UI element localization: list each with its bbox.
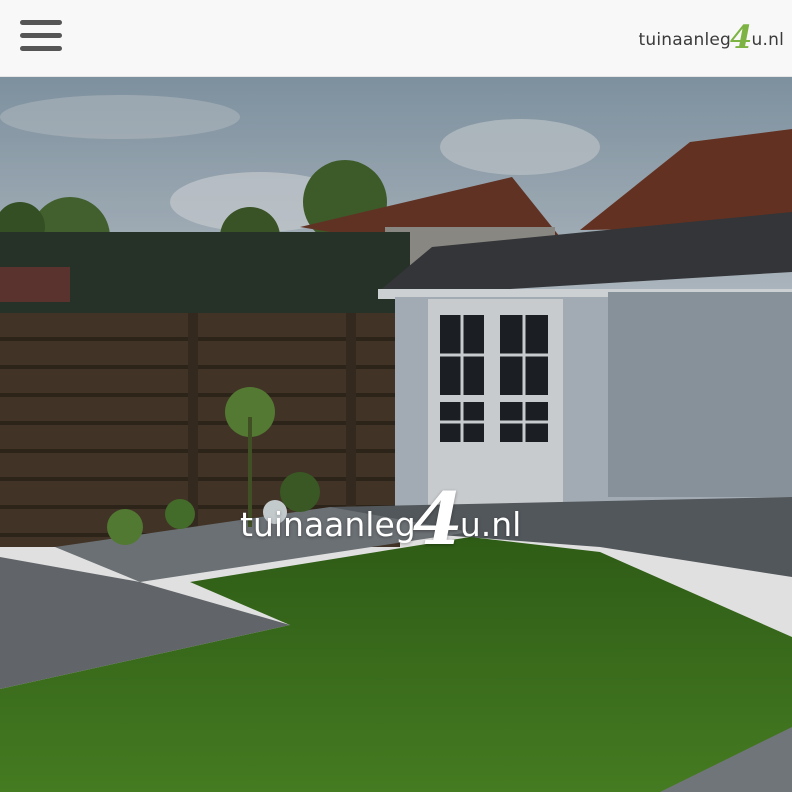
hero-logo: tuinaanleg 4 u.nl [240, 475, 521, 559]
hero-image: tuinaanleg 4 u.nl [0, 77, 792, 792]
menu-bar [20, 46, 62, 51]
menu-bar [20, 20, 62, 25]
hero-logo-prefix: tuinaanleg [240, 505, 416, 544]
menu-bar [20, 33, 62, 38]
hero-logo-suffix: u.nl [459, 505, 522, 544]
site-header: tuinaanleg 4 u.nl [0, 0, 792, 77]
garden-photo [0, 77, 792, 792]
logo-suffix: u.nl [751, 30, 784, 50]
logo-numeral: 4 [730, 18, 753, 56]
hero-logo-numeral: 4 [412, 476, 463, 561]
hamburger-menu-icon[interactable] [18, 18, 64, 56]
site-logo[interactable]: tuinaanleg 4 u.nl [639, 18, 784, 58]
logo-prefix: tuinaanleg [638, 30, 732, 50]
